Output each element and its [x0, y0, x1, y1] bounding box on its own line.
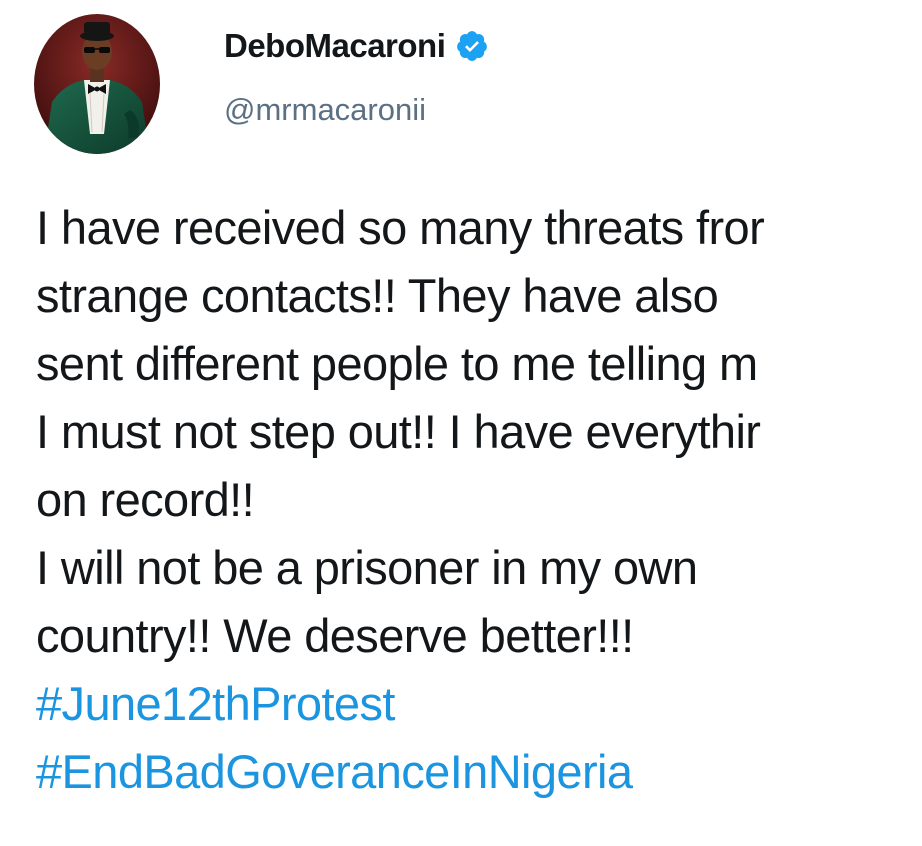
verified-badge-icon [455, 29, 489, 63]
tweet-text-line: I will not be a prisoner in my own [36, 541, 698, 594]
author-display-name[interactable]: DeboMacaroni [224, 27, 446, 65]
tweet-text-line: sent different people to me telling m [36, 337, 758, 390]
tweet-card: DeboMacaroni @mrmacaronii I have receive… [0, 0, 922, 846]
profile-photo [34, 14, 160, 154]
author-avatar[interactable] [34, 14, 160, 154]
hashtag-link[interactable]: #EndBadGoveranceInNigeria [36, 738, 922, 806]
tweet-text-line: on record!! [36, 473, 255, 526]
tweet-body: I have received so many threats fror str… [36, 194, 922, 806]
author-handle[interactable]: @mrmacaronii [224, 92, 426, 128]
tweet-text-line: country!! We deserve better!!! [36, 609, 634, 662]
tweet-text-line: I must not step out!! I have everythir [36, 405, 761, 458]
tweet-text-line: strange contacts!! They have also [36, 269, 719, 322]
author-name-row: DeboMacaroni [224, 24, 489, 68]
hashtag-link[interactable]: #June12thProtest [36, 670, 922, 738]
tweet-text-line: I have received so many threats fror [36, 201, 765, 254]
